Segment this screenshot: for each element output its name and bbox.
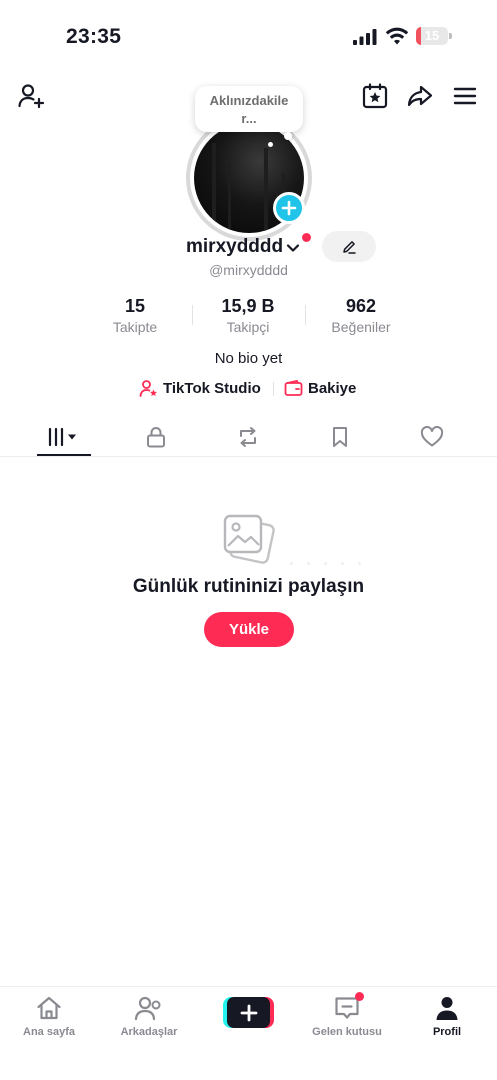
nav-inbox[interactable]: Gelen kutusu <box>302 992 392 1038</box>
stat-followers[interactable]: 15,9 B Takipçi <box>200 295 296 336</box>
nav-inbox-label: Gelen kutusu <box>312 1026 382 1038</box>
tab-videos[interactable] <box>37 418 91 456</box>
plus-icon <box>281 200 297 216</box>
create-button[interactable] <box>223 997 274 1028</box>
wallet-icon <box>284 379 303 396</box>
share-arrow-icon <box>407 85 433 107</box>
chevron-down-icon <box>287 244 300 252</box>
decorative-dots <box>290 552 380 565</box>
bottom-navigation: Ana sayfa Arkadaşlar Gelen kutusu Profil <box>0 986 497 1080</box>
stat-label: Beğeniler <box>331 319 391 335</box>
tab-private[interactable] <box>129 418 183 456</box>
content-tabs <box>0 418 497 457</box>
friends-icon <box>134 996 161 1021</box>
plus-icon <box>240 1004 257 1021</box>
nav-home-label: Ana sayfa <box>23 1026 75 1038</box>
stat-value: 15,9 B <box>221 296 275 316</box>
person-star-icon <box>139 379 157 397</box>
nav-home[interactable]: Ana sayfa <box>4 993 94 1038</box>
heart-icon <box>420 426 444 447</box>
stat-divider <box>192 305 193 325</box>
signal-icon <box>353 29 377 45</box>
tab-favorites[interactable] <box>313 418 367 456</box>
notification-dot <box>302 233 311 242</box>
stat-label: Takipte <box>112 319 158 335</box>
calendar-button[interactable] <box>360 81 390 111</box>
person-plus-icon <box>18 84 45 109</box>
battery-indicator: 15 <box>416 27 452 45</box>
link-divider <box>273 382 274 396</box>
photos-icon <box>223 514 275 564</box>
nav-friends[interactable]: Arkadaşlar <box>104 993 194 1038</box>
edit-profile-button[interactable] <box>322 231 376 262</box>
empty-state-title: Günlük rutininizi paylaşın <box>132 576 365 597</box>
wallet-label: Bakiye <box>308 379 357 397</box>
nav-friends-label: Arkadaşlar <box>120 1026 178 1038</box>
hamburger-menu-icon <box>453 87 477 105</box>
menu-button[interactable] <box>450 81 480 111</box>
tab-reposts[interactable] <box>221 418 275 456</box>
add-avatar-button[interactable] <box>273 192 305 224</box>
status-bar: 23:35 15 <box>0 0 497 70</box>
tiktok-studio-label: TikTok Studio <box>163 379 261 397</box>
note-tail-dot-small <box>268 142 273 147</box>
stat-label: Takipçi <box>226 319 270 335</box>
profile-links: TikTok Studio Bakiye <box>0 377 497 399</box>
tiktok-studio-link[interactable]: TikTok Studio <box>139 377 261 399</box>
username: mirxydddd <box>186 236 284 257</box>
note-line-1: Aklınızdakile <box>209 93 289 108</box>
pencil-icon <box>343 240 356 254</box>
calendar-star-icon <box>362 83 388 109</box>
stat-likes[interactable]: 962 Beğeniler <box>318 295 404 336</box>
note-tail-dot <box>284 132 292 140</box>
user-handle: @mirxydddd <box>209 262 288 278</box>
note-bubble[interactable]: Aklınızdakile r... <box>195 86 303 132</box>
stat-value: 962 <box>345 296 377 316</box>
tab-liked[interactable] <box>405 418 459 456</box>
repost-icon <box>240 427 256 447</box>
videos-grid-icon <box>48 427 76 447</box>
profile-icon <box>436 997 458 1020</box>
lock-icon <box>147 427 165 448</box>
inbox-notification-dot <box>355 992 364 1001</box>
stat-following[interactable]: 15 Takipte <box>96 295 174 336</box>
wifi-icon <box>385 27 409 45</box>
username-switcher[interactable]: mirxydddd <box>186 234 300 260</box>
home-icon <box>37 996 61 1020</box>
stat-divider <box>305 305 306 325</box>
wallet-link[interactable]: Bakiye <box>284 377 356 399</box>
bookmark-icon <box>333 427 347 447</box>
share-profile-button[interactable] <box>405 81 435 111</box>
note-line-2: r... <box>241 111 257 126</box>
add-friend-button[interactable] <box>16 81 46 111</box>
status-time: 23:35 <box>66 25 122 48</box>
active-tab-indicator <box>37 454 91 456</box>
upload-button[interactable]: Yükle <box>204 612 294 647</box>
stat-value: 15 <box>124 296 146 316</box>
bio: No bio yet <box>214 350 283 367</box>
nav-profile[interactable]: Profil <box>402 993 492 1038</box>
battery-percent: 15 <box>424 28 440 43</box>
nav-profile-label: Profil <box>432 1026 462 1038</box>
